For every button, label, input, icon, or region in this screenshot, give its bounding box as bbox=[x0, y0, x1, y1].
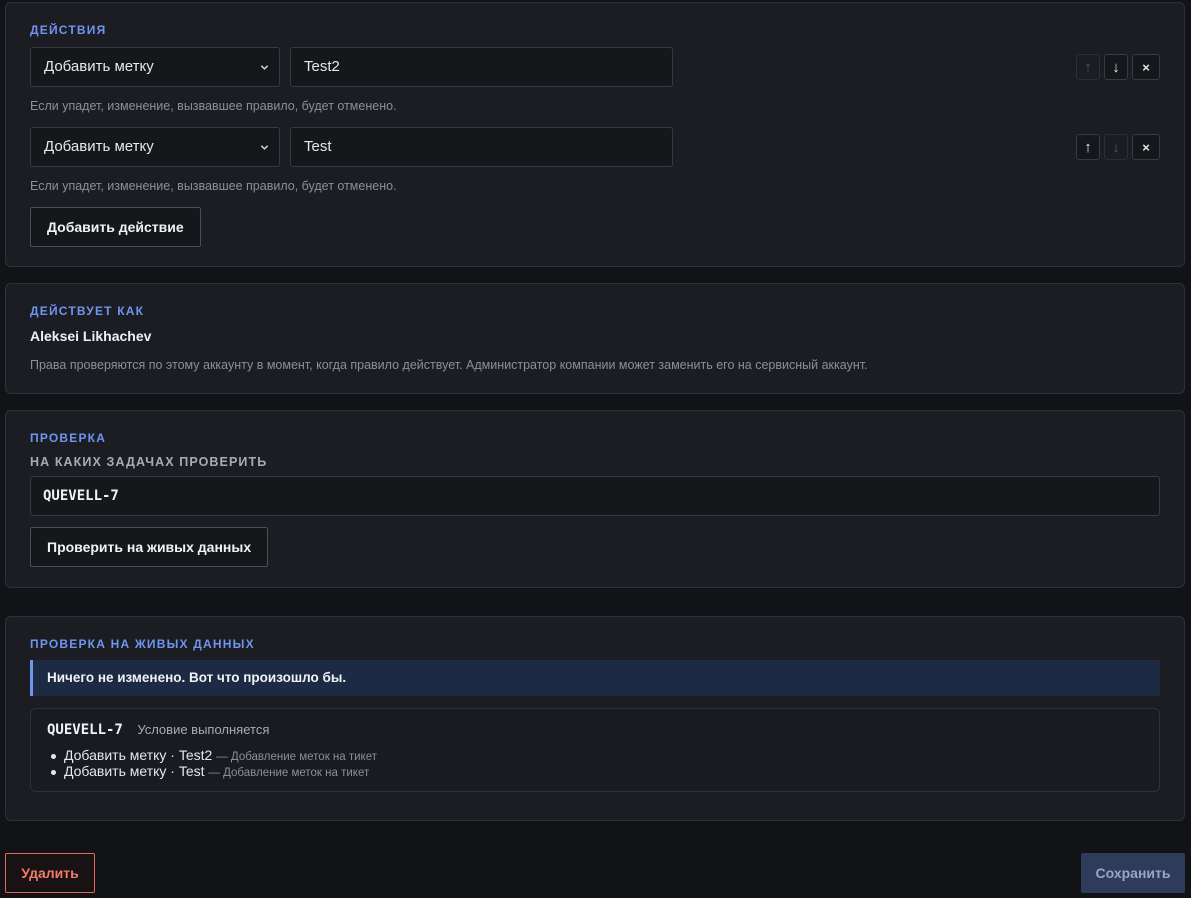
close-icon: × bbox=[1142, 139, 1150, 155]
actions-panel: ДЕЙСТВИЯ Добавить метку Test2 ↑ ↓ × Если… bbox=[5, 2, 1185, 267]
arrow-up-icon: ↑ bbox=[1084, 138, 1092, 156]
live-check-result-card: QUEVELL-7 Условие выполняется Добавить м… bbox=[30, 708, 1160, 792]
live-check-banner: Ничего не изменено. Вот что произошло бы… bbox=[30, 660, 1160, 696]
acts-as-section-title: ДЕЙСТВУЕТ КАК bbox=[30, 304, 145, 318]
action-type-value: Добавить метку bbox=[44, 138, 154, 155]
chevron-down-icon bbox=[260, 145, 269, 150]
acts-as-panel: ДЕЙСТВУЕТ КАК Aleksei Likhachev Права пр… bbox=[5, 283, 1185, 394]
result-status: Условие выполняется bbox=[137, 722, 270, 737]
chevron-down-icon bbox=[260, 65, 269, 70]
bullet-icon bbox=[51, 753, 56, 759]
arrow-down-icon: ↓ bbox=[1112, 138, 1120, 156]
result-item-note: — Добавление меток на тикет bbox=[216, 751, 378, 763]
action-type-value: Добавить метку bbox=[44, 58, 154, 75]
action-hint-1: Если упадет, изменение, вызвавшее правил… bbox=[30, 99, 397, 113]
action-type-select-1[interactable]: Добавить метку bbox=[30, 47, 280, 87]
delete-button[interactable]: Удалить bbox=[5, 853, 95, 893]
remove-action-button-1[interactable]: × bbox=[1132, 54, 1160, 80]
move-down-button-2[interactable]: ↓ bbox=[1104, 134, 1128, 160]
close-icon: × bbox=[1142, 59, 1150, 75]
arrow-up-icon: ↑ bbox=[1084, 58, 1092, 76]
result-item-note: — Добавление меток на тикет bbox=[208, 767, 370, 779]
acts-as-user: Aleksei Likhachev bbox=[30, 328, 152, 344]
result-item: Добавить метку · Test2 — Добавление мето… bbox=[51, 747, 377, 763]
bullet-icon bbox=[51, 769, 56, 775]
action-hint-2: Если упадет, изменение, вызвавшее правил… bbox=[30, 179, 397, 193]
live-check-banner-text: Ничего не изменено. Вот что произошло бы… bbox=[47, 670, 347, 685]
live-check-panel: ПРОВЕРКА НА ЖИВЫХ ДАННЫХ Ничего не измен… bbox=[5, 616, 1185, 821]
acts-as-description: Права проверяются по этому аккаунту в мо… bbox=[30, 358, 868, 372]
save-button[interactable]: Сохранить bbox=[1081, 853, 1185, 893]
action-value-input-1[interactable]: Test2 bbox=[290, 47, 673, 87]
action-value-input-2[interactable]: Test bbox=[290, 127, 673, 167]
result-item: Добавить метку · Test — Добавление меток… bbox=[51, 763, 369, 779]
result-item-text: Добавить метку · Test2 bbox=[64, 747, 213, 763]
move-up-button-2[interactable]: ↑ bbox=[1076, 134, 1100, 160]
add-action-button[interactable]: Добавить действие bbox=[30, 207, 201, 247]
result-item-text: Добавить метку · Test bbox=[64, 763, 205, 779]
check-issues-input[interactable]: QUEVELL-7 bbox=[30, 476, 1160, 516]
check-live-button[interactable]: Проверить на живых данных bbox=[30, 527, 269, 567]
move-up-button-1[interactable]: ↑ bbox=[1076, 54, 1100, 80]
action-type-select-2[interactable]: Добавить метку bbox=[30, 127, 280, 167]
result-header: QUEVELL-7 Условие выполняется bbox=[47, 721, 269, 739]
check-field-label: НА КАКИХ ЗАДАЧАХ ПРОВЕРИТЬ bbox=[30, 455, 268, 469]
result-issue-key: QUEVELL-7 bbox=[47, 722, 123, 738]
live-check-section-title: ПРОВЕРКА НА ЖИВЫХ ДАННЫХ bbox=[30, 637, 255, 651]
arrow-down-icon: ↓ bbox=[1112, 58, 1120, 76]
check-panel: ПРОВЕРКА НА КАКИХ ЗАДАЧАХ ПРОВЕРИТЬ QUEV… bbox=[5, 410, 1185, 588]
remove-action-button-2[interactable]: × bbox=[1132, 134, 1160, 160]
check-section-title: ПРОВЕРКА bbox=[30, 431, 107, 445]
move-down-button-1[interactable]: ↓ bbox=[1104, 54, 1128, 80]
actions-section-title: ДЕЙСТВИЯ bbox=[30, 23, 107, 37]
